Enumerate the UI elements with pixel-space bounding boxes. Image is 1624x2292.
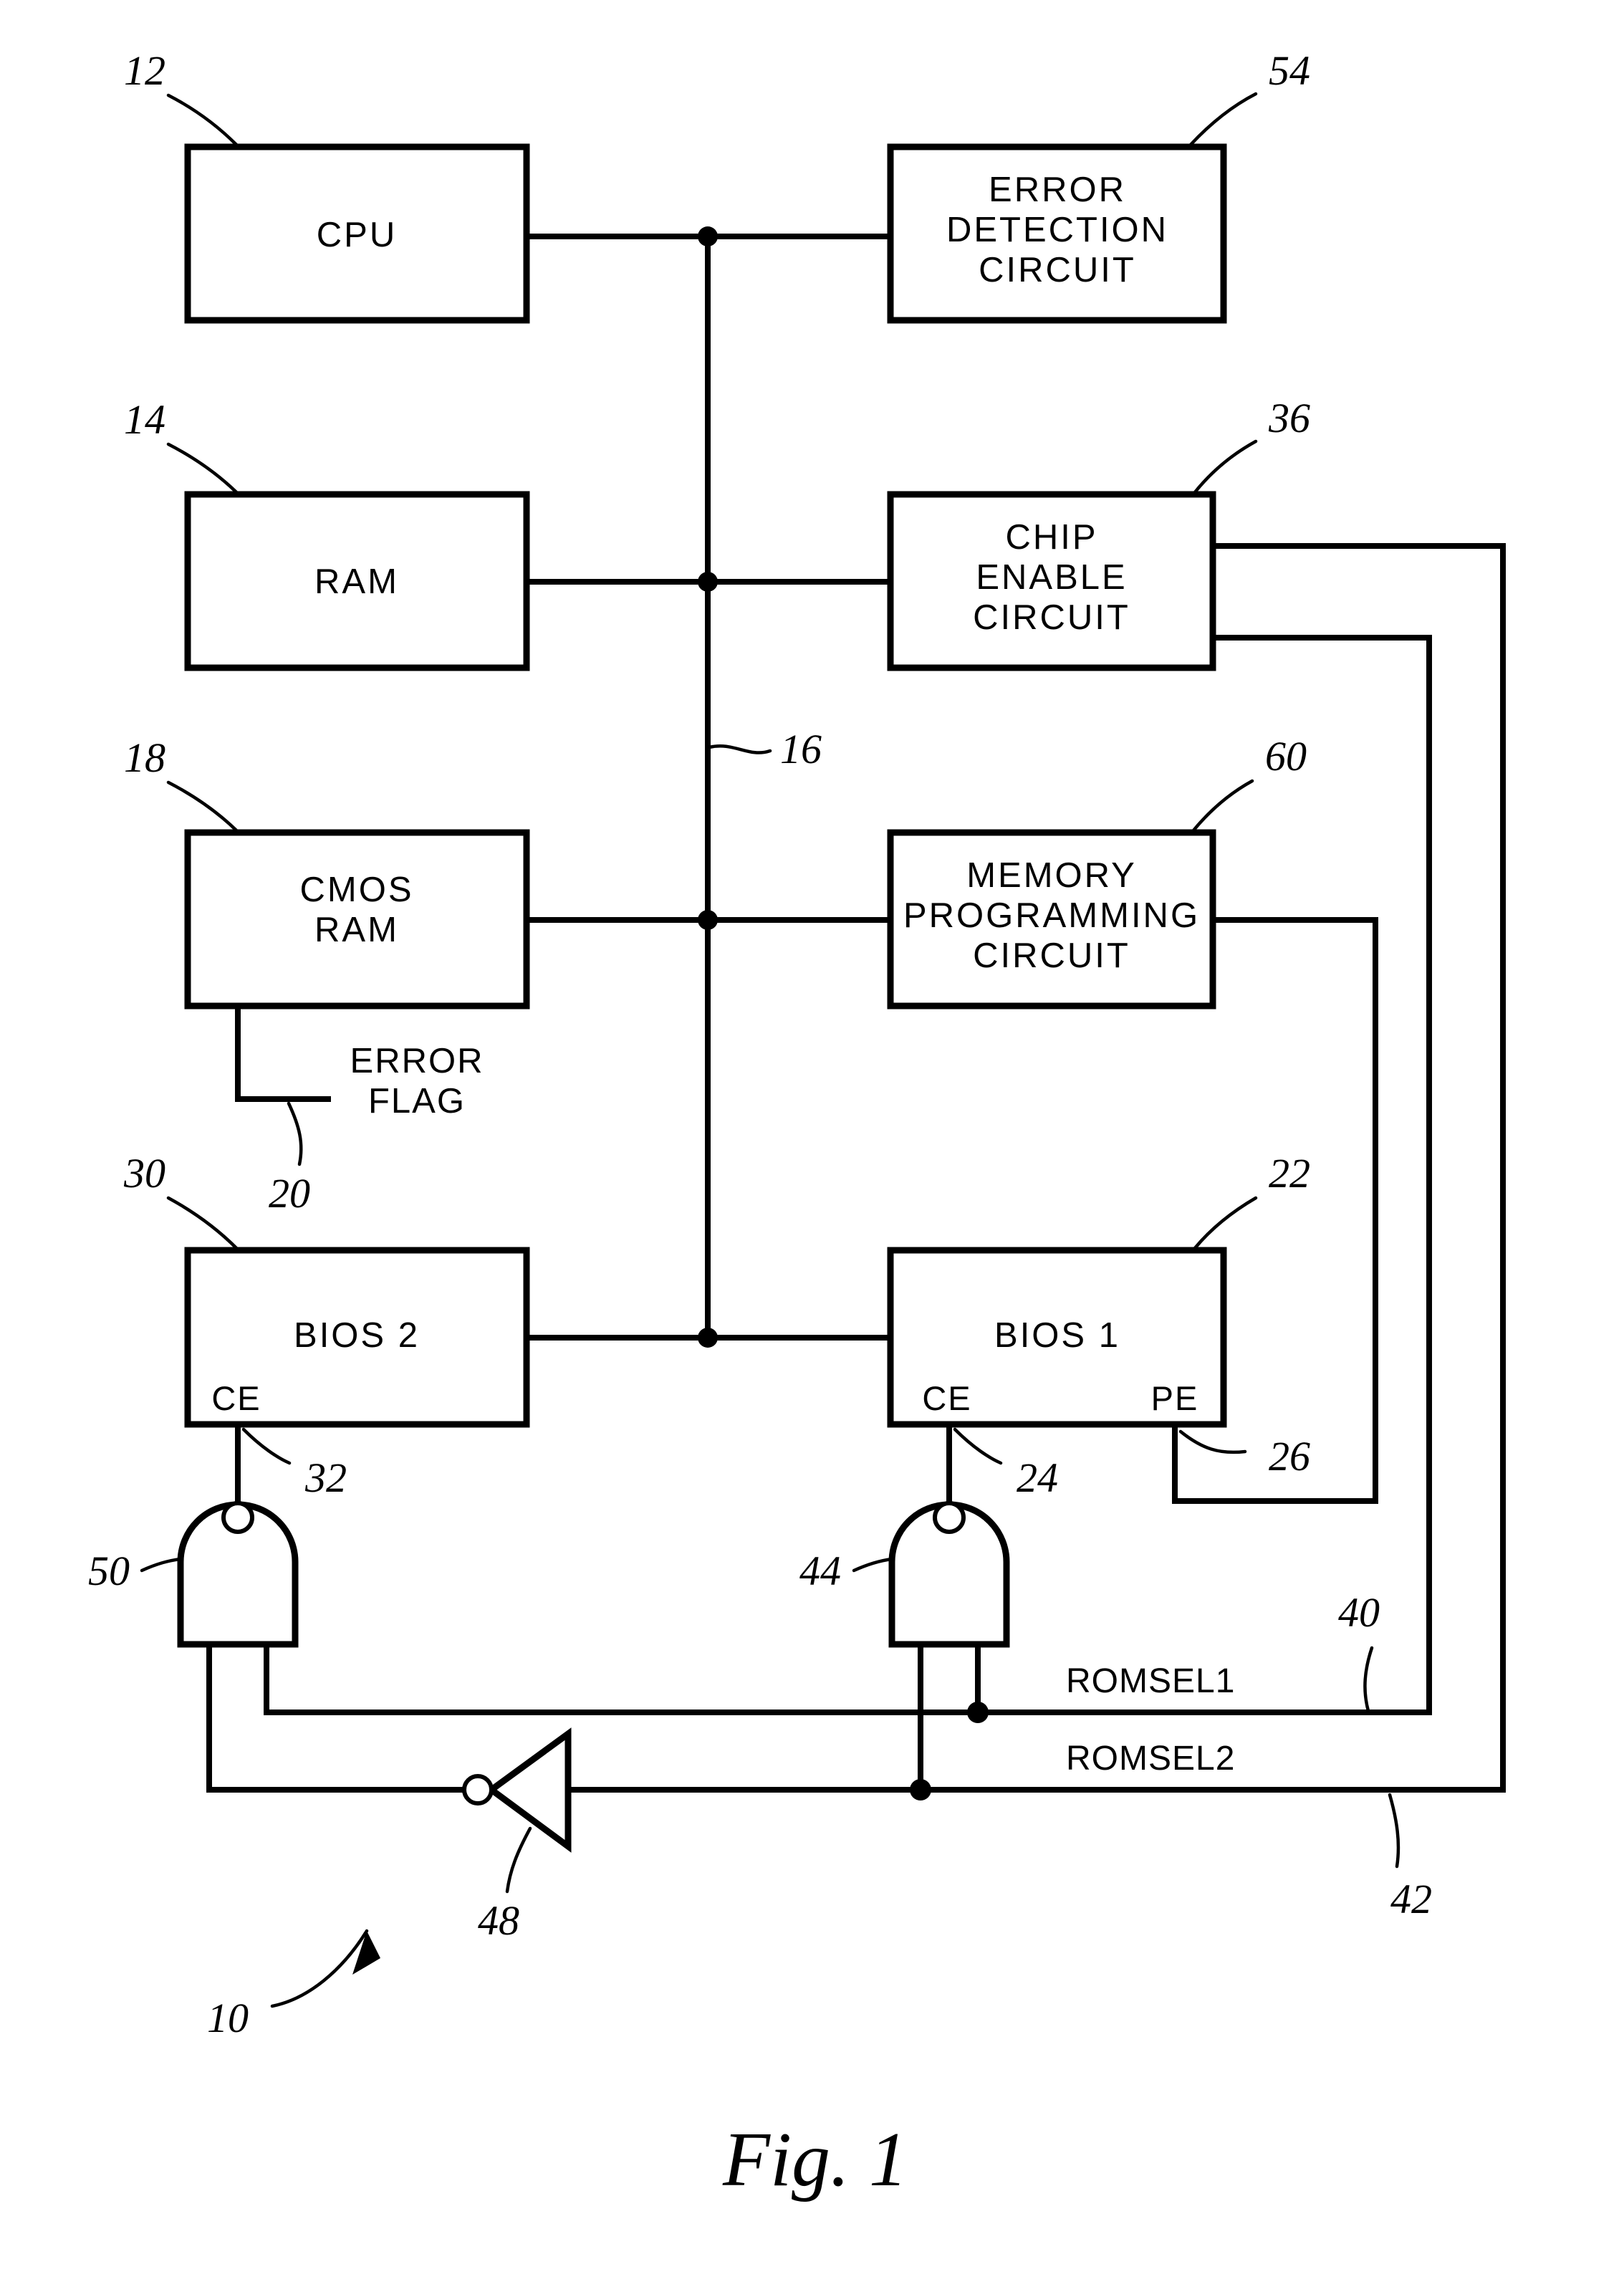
nand-gate-44-output-bubble bbox=[933, 1501, 966, 1534]
ref-number-48: 48 bbox=[478, 1897, 519, 1944]
ref-number-36: 36 bbox=[1268, 395, 1310, 441]
nand-gate-44[interactable] bbox=[888, 1501, 1010, 1648]
ref-number-14: 14 bbox=[124, 396, 165, 443]
ref-number-32: 32 bbox=[304, 1454, 347, 1501]
romsel2-junction-dot bbox=[910, 1779, 931, 1800]
cmos-ram-line-1: CMOS bbox=[300, 871, 414, 909]
bus-junction-dot bbox=[698, 1328, 718, 1348]
block-bios-1[interactable]: BIOS 1 CE PE bbox=[887, 1247, 1227, 1428]
patent-figure-page: CPU 12 ERROR DETECTION CIRCUIT 54 RAM 14… bbox=[0, 0, 1624, 2292]
inverter-48[interactable] bbox=[462, 1727, 572, 1853]
block-chip-enable-circuit[interactable]: CHIP ENABLE CIRCUIT bbox=[887, 491, 1216, 671]
ref-lead-20 bbox=[287, 1101, 303, 1166]
ref-number-54: 54 bbox=[1269, 47, 1310, 94]
block-error-detection-circuit[interactable]: ERROR DETECTION CIRCUIT bbox=[887, 143, 1227, 324]
ref-number-30: 30 bbox=[123, 1150, 165, 1197]
memory-programming-line-1: MEMORY bbox=[966, 856, 1137, 895]
cmos-ram-line-2: RAM bbox=[314, 911, 399, 949]
ref-number-16: 16 bbox=[780, 726, 822, 772]
block-bios-2[interactable]: BIOS 2 CE bbox=[184, 1247, 530, 1428]
interconnect-wires bbox=[206, 226, 1506, 1800]
romsel2-label: ROMSEL2 bbox=[1066, 1740, 1235, 1778]
error-flag-line-1: ERROR bbox=[350, 1042, 484, 1080]
bus-junction-dot bbox=[698, 572, 718, 592]
cpu-label: CPU bbox=[317, 216, 397, 254]
error-detection-line-1: ERROR bbox=[989, 171, 1126, 209]
romsel1-junction-dot bbox=[967, 1702, 989, 1723]
ref-number-20: 20 bbox=[269, 1170, 310, 1217]
ref-number-18: 18 bbox=[124, 734, 165, 781]
ref-lead-12 bbox=[166, 93, 239, 147]
bios-1-pe-pin-label: PE bbox=[1151, 1379, 1199, 1417]
bus-junction-dot bbox=[698, 226, 718, 246]
ref-lead-42 bbox=[1388, 1793, 1400, 1869]
bios-2-label: BIOS 2 bbox=[294, 1316, 420, 1355]
ref-number-24: 24 bbox=[1017, 1454, 1058, 1501]
ref-number-12: 12 bbox=[124, 47, 165, 94]
chip-enable-output-romsel1-path bbox=[1210, 635, 1432, 1715]
bios-1-label: BIOS 1 bbox=[994, 1316, 1120, 1355]
ref-lead-60 bbox=[1191, 779, 1254, 833]
romsel1-label: ROMSEL1 bbox=[1066, 1662, 1235, 1700]
ref-number-22: 22 bbox=[1269, 1150, 1310, 1197]
error-detection-line-3: CIRCUIT bbox=[979, 251, 1136, 289]
ref-lead-24 bbox=[953, 1427, 1003, 1465]
inverter-48-output-bubble bbox=[462, 1774, 494, 1806]
block-cmos-ram[interactable]: CMOS RAM bbox=[184, 829, 530, 1010]
ref-lead-54 bbox=[1188, 92, 1258, 147]
ref-number-44: 44 bbox=[799, 1548, 841, 1594]
ref-lead-32 bbox=[241, 1427, 292, 1465]
bus-junction-dot bbox=[698, 910, 718, 930]
chip-enable-line-3: CIRCUIT bbox=[973, 598, 1130, 637]
chip-enable-line-1: CHIP bbox=[1005, 518, 1097, 557]
ref-lead-14 bbox=[166, 442, 239, 494]
ram-label: RAM bbox=[314, 562, 399, 601]
memory-programming-line-3: CIRCUIT bbox=[973, 936, 1130, 975]
ref-number-42: 42 bbox=[1390, 1876, 1432, 1922]
chip-enable-line-2: ENABLE bbox=[976, 558, 1127, 597]
nand-gate-50-output-bubble bbox=[221, 1501, 254, 1534]
ref-lead-26 bbox=[1178, 1429, 1247, 1454]
figure-caption: Fig. 1 bbox=[722, 2117, 908, 2202]
ref-lead-30 bbox=[166, 1196, 239, 1250]
ref-lead-44 bbox=[852, 1557, 894, 1573]
ref-lead-48 bbox=[505, 1826, 532, 1894]
ref-number-26: 26 bbox=[1269, 1433, 1310, 1480]
ref-lead-18 bbox=[166, 780, 239, 833]
block-ram[interactable]: RAM bbox=[184, 491, 530, 671]
error-flag-line bbox=[235, 1003, 331, 1102]
block-memory-programming-circuit[interactable]: MEMORY PROGRAMMING CIRCUIT bbox=[887, 829, 1216, 1010]
ref-number-50: 50 bbox=[88, 1548, 130, 1594]
bios-1-ce-pin-label: CE bbox=[922, 1379, 971, 1417]
block-cpu[interactable]: CPU bbox=[184, 143, 530, 324]
ref-number-10: 10 bbox=[207, 1995, 249, 2041]
ref-lead-10 bbox=[270, 1929, 369, 2008]
ref-number-40: 40 bbox=[1338, 1589, 1380, 1636]
error-detection-line-2: DETECTION bbox=[946, 211, 1168, 249]
nand-gate-50[interactable] bbox=[177, 1501, 299, 1648]
ref-arrowhead-10 bbox=[352, 1931, 380, 1975]
ref-lead-40 bbox=[1363, 1646, 1374, 1713]
ref-lead-16 bbox=[707, 744, 772, 754]
ref-lead-36 bbox=[1193, 439, 1258, 494]
ref-lead-50 bbox=[140, 1557, 183, 1573]
ref-number-60: 60 bbox=[1265, 733, 1307, 780]
figure-1-diagram: CPU 12 ERROR DETECTION CIRCUIT 54 RAM 14… bbox=[88, 47, 1506, 2202]
error-flag-line-2: FLAG bbox=[368, 1082, 466, 1121]
bios-2-ce-pin-label: CE bbox=[211, 1379, 261, 1417]
memory-programming-line-2: PROGRAMMING bbox=[903, 896, 1200, 935]
ref-lead-22 bbox=[1193, 1196, 1258, 1250]
